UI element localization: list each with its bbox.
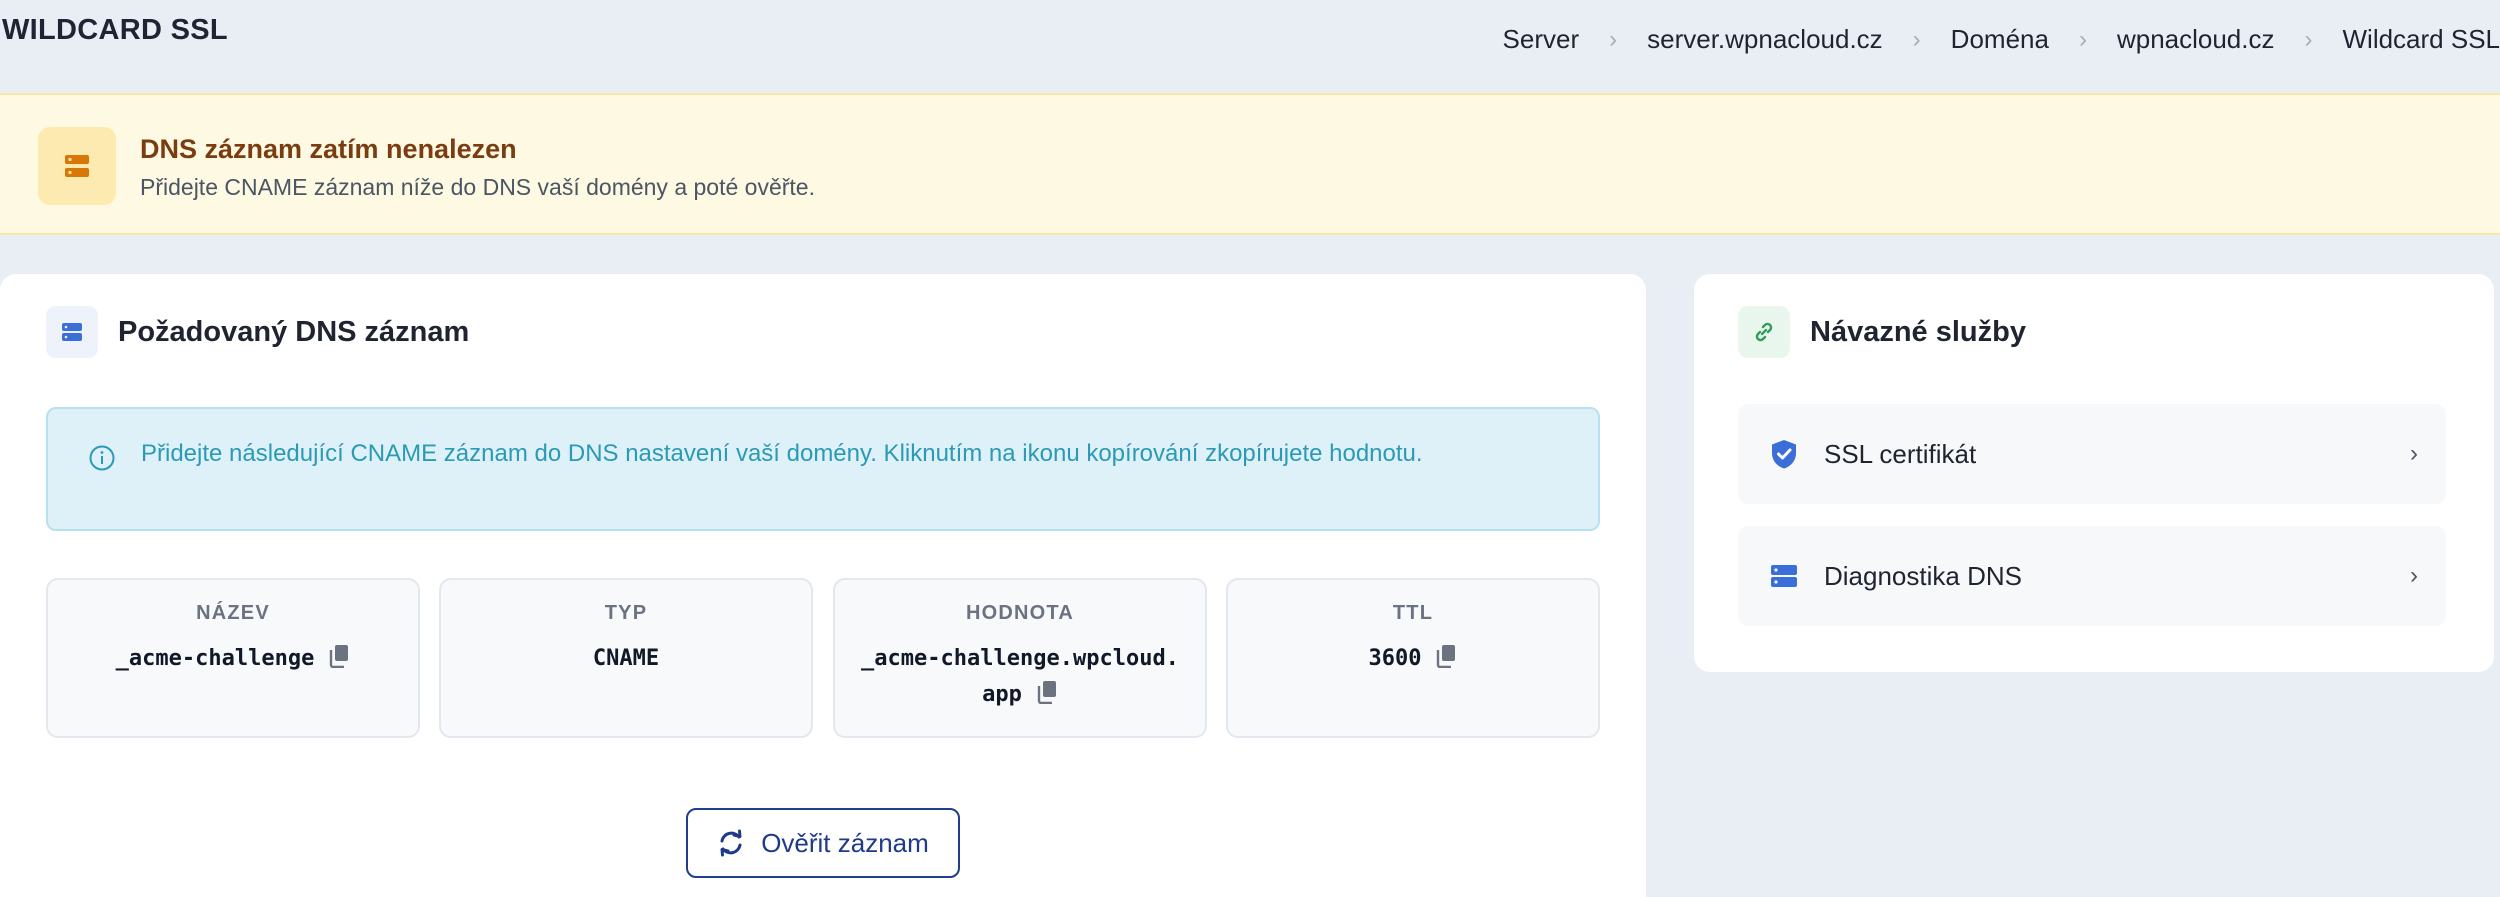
field-label: NÁZEV: [196, 602, 270, 624]
service-label: SSL certifikát: [1824, 438, 1977, 469]
info-text: Přidejte následující CNAME záznam do DNS…: [141, 440, 1423, 467]
chevron-right-icon: ›: [2410, 440, 2418, 467]
breadcrumb: Server › server.wpnacloud.cz › Doména › …: [1503, 24, 2500, 55]
chevron-right-icon: ›: [1912, 25, 1921, 53]
service-dns-diagnostics[interactable]: Diagnostika DNS ›: [1738, 526, 2446, 626]
info-alert: Přidejte následující CNAME záznam do DNS…: [46, 407, 1600, 531]
field-value-text: _acme-challenge.wpcloud.app: [861, 646, 1179, 707]
chevron-right-icon: ›: [2304, 25, 2313, 53]
dns-not-found-alert: DNS záznam zatím nenalezen Přidejte CNAM…: [0, 93, 2500, 235]
field-label: HODNOTA: [965, 602, 1075, 624]
copy-icon[interactable]: [328, 644, 350, 680]
server-icon: [46, 306, 98, 358]
refresh-icon: [717, 829, 745, 857]
field-label: TTL: [1392, 602, 1434, 624]
card-title: Požadovaný DNS záznam: [118, 315, 470, 348]
breadcrumb-domain-name[interactable]: wpnacloud.cz: [2117, 24, 2275, 55]
chevron-right-icon: ›: [1609, 25, 1618, 53]
field-value: 3600: [1253, 641, 1573, 680]
copy-icon[interactable]: [1435, 644, 1457, 680]
alert-description: Přidejte CNAME záznam níže do DNS vaší d…: [140, 174, 815, 200]
page-title: WILDCARD SSL: [2, 14, 228, 46]
chevron-right-icon: ›: [2410, 562, 2418, 589]
field-value-text: 3600: [1368, 646, 1422, 671]
field-value-text: CNAME: [592, 646, 660, 671]
field-label: TYP: [604, 602, 648, 624]
chevron-right-icon: ›: [2078, 25, 2087, 53]
breadcrumb-server-name[interactable]: server.wpnacloud.cz: [1647, 24, 1883, 55]
service-ssl-certificate[interactable]: SSL certifikát ›: [1738, 404, 2446, 504]
field-type: TYP CNAME: [439, 578, 813, 738]
card-title: Návazné služby: [1810, 315, 2026, 348]
service-label: Diagnostika DNS: [1824, 560, 2022, 591]
breadcrumb-domain[interactable]: Doména: [1951, 24, 2049, 55]
info-icon: [88, 444, 116, 477]
field-name: NÁZEV _acme-challenge: [46, 578, 420, 738]
field-value-record: HODNOTA _acme-challenge.wpcloud.app: [833, 578, 1207, 738]
server-icon: [1766, 561, 1802, 591]
verify-button-label: Ověřit záznam: [761, 827, 929, 858]
card-header: Návazné služby: [1738, 306, 2026, 358]
field-ttl: TTL 3600: [1226, 578, 1600, 738]
copy-icon[interactable]: [1036, 680, 1058, 716]
shield-check-icon: [1766, 438, 1802, 470]
field-value-text: _acme-challenge: [115, 646, 315, 671]
dns-record-card: Požadovaný DNS záznam Přidejte následují…: [0, 274, 1646, 897]
breadcrumb-server[interactable]: Server: [1503, 24, 1580, 55]
verify-record-button[interactable]: Ověřit záznam: [686, 808, 960, 878]
card-header: Požadovaný DNS záznam: [46, 306, 469, 358]
field-value: _acme-challenge.wpcloud.app: [860, 641, 1180, 716]
field-value: CNAME: [466, 641, 786, 677]
link-icon: [1738, 306, 1790, 358]
field-value: _acme-challenge: [73, 641, 393, 680]
server-icon: [38, 127, 116, 205]
breadcrumb-current: Wildcard SSL: [2342, 24, 2500, 54]
related-services-card: Návazné služby SSL certifikát › Diagnost…: [1694, 274, 2494, 672]
alert-title: DNS záznam zatím nenalezen: [140, 134, 517, 164]
